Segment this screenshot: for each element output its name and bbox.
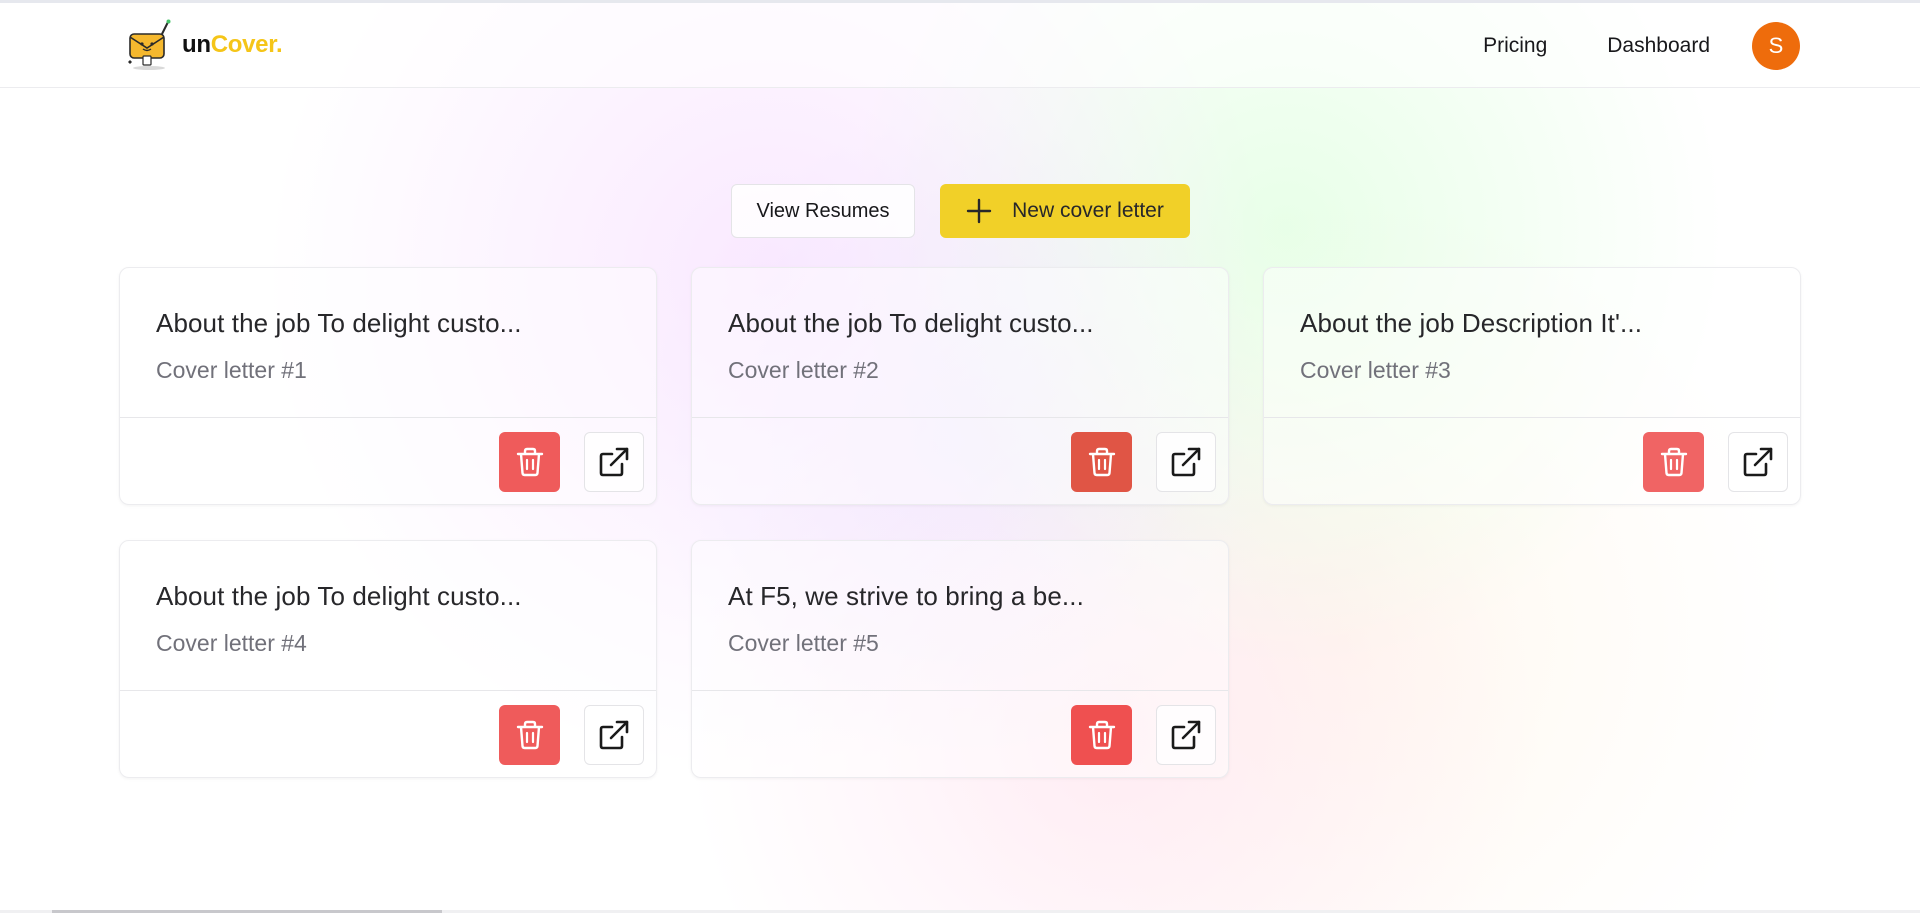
cover-letter-card[interactable]: At F5, we strive to bring a be... Cover … bbox=[691, 540, 1229, 778]
delete-button[interactable] bbox=[499, 431, 560, 492]
delete-button[interactable] bbox=[1643, 431, 1704, 492]
page-actions: View Resumes New cover letter bbox=[731, 184, 1190, 238]
brand-name-part1: un bbox=[182, 31, 211, 58]
card-title: About the job To delight custo... bbox=[728, 308, 1094, 338]
external-link-icon bbox=[1171, 720, 1201, 749]
card-subtitle: Cover letter #1 bbox=[156, 357, 307, 383]
card-body: About the job To delight custo... Cover … bbox=[692, 268, 1228, 418]
view-resumes-button[interactable]: View Resumes bbox=[731, 184, 915, 238]
brand-logo-link[interactable]: unCover. bbox=[124, 18, 283, 72]
card-subtitle: Cover letter #2 bbox=[728, 357, 879, 383]
trash-icon bbox=[1660, 447, 1687, 476]
external-link-icon bbox=[1743, 447, 1773, 476]
cover-letter-card[interactable]: About the job To delight custo... Cover … bbox=[119, 267, 657, 505]
nav-pricing-link[interactable]: Pricing bbox=[1483, 23, 1547, 69]
cover-letter-card[interactable]: About the job Description It'... Cover l… bbox=[1263, 267, 1801, 505]
cover-letter-grid: About the job To delight custo... Cover … bbox=[119, 267, 1801, 778]
card-body: About the job To delight custo... Cover … bbox=[120, 268, 656, 418]
card-footer bbox=[692, 418, 1228, 505]
new-cover-letter-button[interactable]: New cover letter bbox=[940, 184, 1190, 238]
envelope-mascot-icon bbox=[128, 19, 171, 70]
cover-letter-card[interactable]: About the job To delight custo... Cover … bbox=[119, 540, 657, 778]
open-button[interactable] bbox=[1156, 431, 1216, 492]
card-body: At F5, we strive to bring a be... Cover … bbox=[692, 541, 1228, 691]
card-title: At F5, we strive to bring a be... bbox=[728, 581, 1084, 611]
brand-name: unCover. bbox=[182, 31, 283, 59]
external-link-icon bbox=[599, 720, 629, 749]
card-footer bbox=[120, 418, 656, 505]
open-button[interactable] bbox=[1156, 704, 1216, 765]
card-title: About the job To delight custo... bbox=[156, 581, 522, 611]
user-avatar[interactable]: S bbox=[1752, 22, 1800, 70]
card-subtitle: Cover letter #4 bbox=[156, 630, 307, 656]
open-button[interactable] bbox=[584, 431, 644, 492]
delete-button[interactable] bbox=[499, 704, 560, 765]
open-button[interactable] bbox=[584, 704, 644, 765]
main-nav: Pricing Dashboard S bbox=[1483, 22, 1800, 70]
card-footer bbox=[692, 691, 1228, 778]
card-body: About the job Description It'... Cover l… bbox=[1264, 268, 1800, 418]
delete-button[interactable] bbox=[1071, 704, 1132, 765]
cover-letter-card[interactable]: About the job To delight custo... Cover … bbox=[691, 267, 1229, 505]
top-navbar: unCover. Pricing Dashboard S bbox=[0, 3, 1920, 88]
open-button[interactable] bbox=[1728, 431, 1788, 492]
trash-icon bbox=[1088, 447, 1115, 476]
external-link-icon bbox=[599, 447, 629, 476]
new-cover-letter-label: New cover letter bbox=[1012, 199, 1164, 222]
card-subtitle: Cover letter #5 bbox=[728, 630, 879, 656]
card-footer bbox=[1264, 418, 1800, 505]
card-body: About the job To delight custo... Cover … bbox=[120, 541, 656, 691]
external-link-icon bbox=[1171, 447, 1201, 476]
trash-icon bbox=[1088, 720, 1115, 749]
card-footer bbox=[120, 691, 656, 778]
card-title: About the job To delight custo... bbox=[156, 308, 522, 338]
nav-dashboard-link[interactable]: Dashboard bbox=[1607, 23, 1710, 69]
delete-button[interactable] bbox=[1071, 431, 1132, 492]
card-subtitle: Cover letter #3 bbox=[1300, 357, 1451, 383]
trash-icon bbox=[516, 447, 543, 476]
trash-icon bbox=[516, 720, 543, 749]
brand-name-part2: Cover. bbox=[210, 31, 283, 58]
plus-icon bbox=[966, 198, 992, 224]
card-title: About the job Description It'... bbox=[1300, 308, 1643, 338]
top-border bbox=[0, 0, 1920, 3]
